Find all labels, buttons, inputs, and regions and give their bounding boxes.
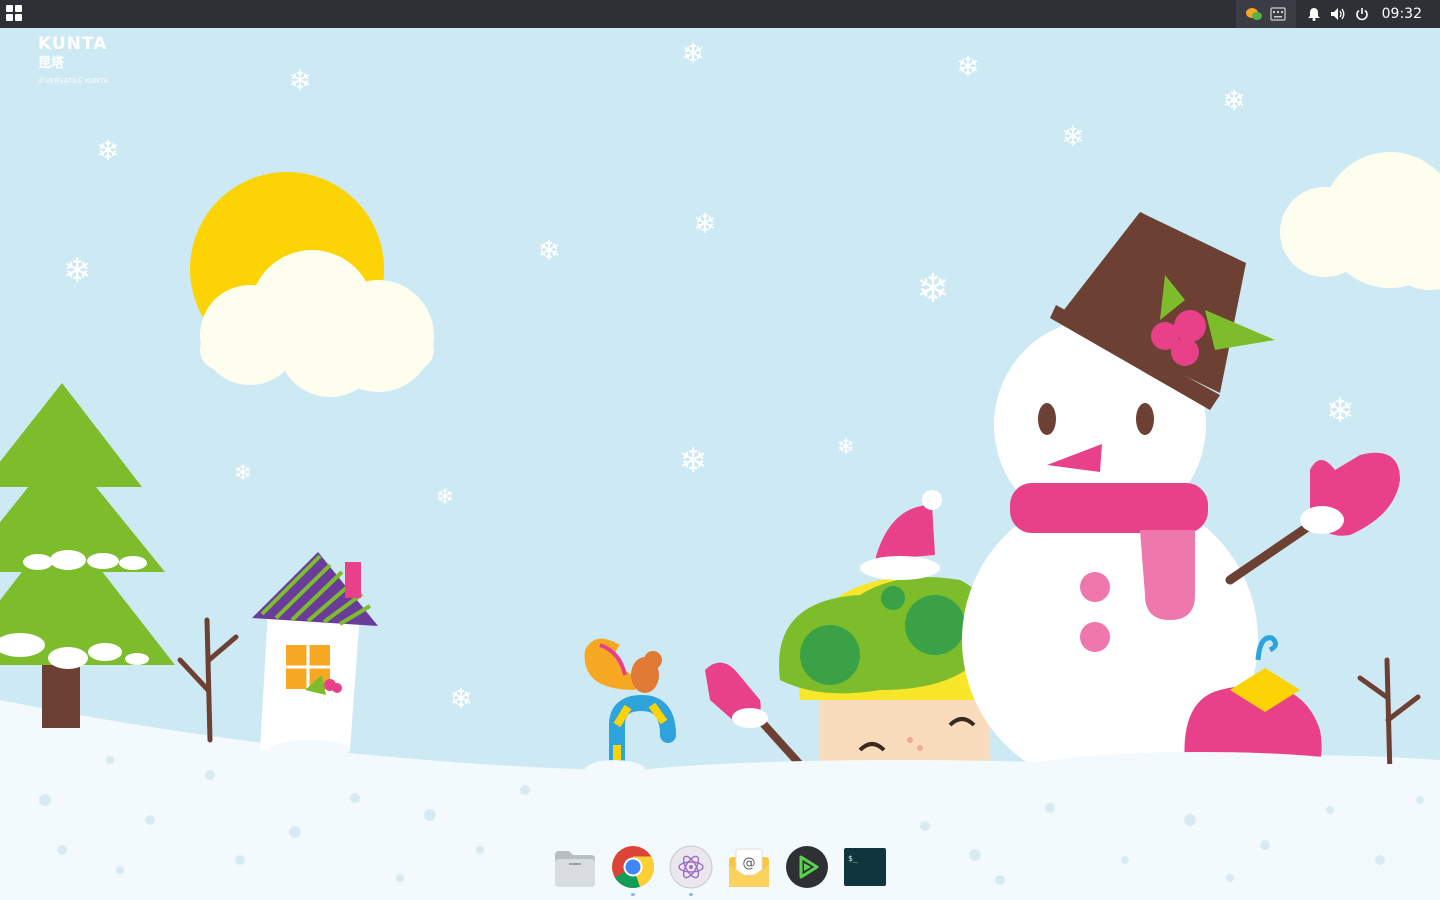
clock[interactable]: 09:32	[1382, 6, 1422, 22]
svg-text:❄: ❄	[679, 441, 708, 481]
svg-text:❄: ❄	[916, 266, 950, 312]
svg-text:❄: ❄	[681, 37, 704, 70]
dock-file-manager[interactable]	[553, 845, 597, 889]
tray-system: 09:32	[1296, 0, 1440, 28]
svg-text:❄: ❄	[956, 50, 979, 83]
atom-icon	[669, 845, 713, 889]
chrome-icon	[612, 846, 654, 889]
svg-text:@: @	[743, 856, 756, 871]
mail-icon: @	[729, 848, 769, 887]
svg-text:❄: ❄	[837, 435, 855, 460]
notification-bell-icon[interactable]	[1305, 5, 1323, 23]
desktop-wallpaper: ❄ ❄ ❄ ❄ ❄ ❄ ❄ ❄ ❄ ❄ ❄ ❄ ❄ ❄ ❄ ❄	[0, 0, 1440, 900]
svg-text:❄: ❄	[436, 485, 454, 510]
svg-text:❄: ❄	[537, 234, 560, 267]
tray-apps	[1235, 0, 1296, 28]
running-indicator	[689, 893, 693, 896]
logo-title: KUNTA	[38, 34, 108, 54]
keyboard-icon[interactable]	[1269, 5, 1287, 23]
svg-text:❄: ❄	[1222, 84, 1245, 117]
volume-icon[interactable]	[1329, 5, 1347, 23]
music-player-icon	[786, 846, 828, 888]
dock-chrome[interactable]	[611, 845, 655, 896]
svg-text:❄: ❄	[1061, 120, 1084, 153]
dock-atom[interactable]	[669, 845, 713, 896]
svg-text:❄: ❄	[449, 682, 472, 715]
dock-mail[interactable]: @	[727, 845, 771, 889]
svg-text:❄: ❄	[96, 134, 119, 167]
terminal-prompt: $_	[848, 854, 858, 863]
svg-text:❄: ❄	[288, 64, 311, 97]
system-tray: 09:32	[1235, 0, 1440, 28]
dock-terminal[interactable]: $_	[843, 845, 887, 889]
dock: @ $_	[548, 836, 892, 898]
power-icon[interactable]	[1353, 5, 1371, 23]
logo-tagline: ©VERSATILE KUNTA	[38, 77, 109, 85]
top-panel: 09:32	[0, 0, 1440, 28]
app-grid-icon[interactable]	[6, 5, 24, 23]
svg-text:❄: ❄	[1326, 391, 1355, 431]
wechat-icon[interactable]	[1245, 5, 1263, 23]
kunta-logo: KUNTA 昆塔 ©VERSATILE KUNTA	[38, 34, 108, 85]
running-indicator	[631, 893, 635, 896]
folder-icon	[555, 851, 595, 887]
dock-music[interactable]	[785, 845, 829, 889]
logo-subtitle: 昆塔	[38, 56, 65, 71]
svg-text:❄: ❄	[234, 461, 252, 486]
svg-text:❄: ❄	[63, 251, 92, 291]
svg-text:❄: ❄	[693, 207, 716, 240]
